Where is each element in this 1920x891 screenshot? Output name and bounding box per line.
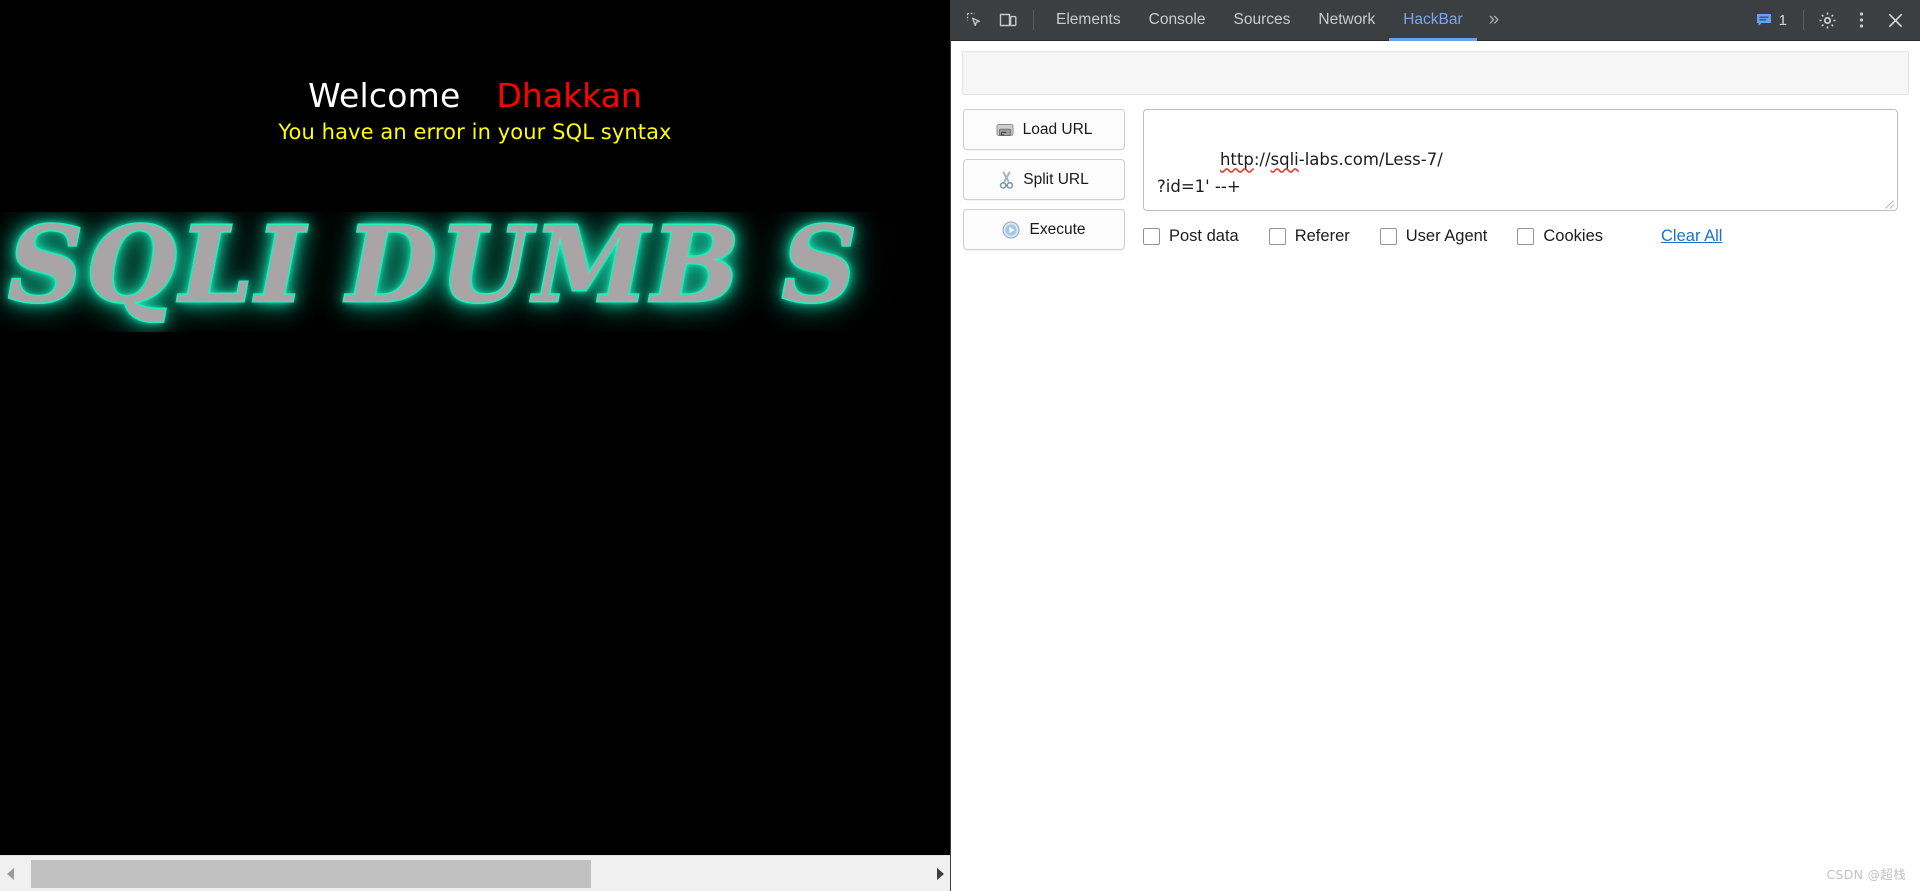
toolbar-divider (1033, 10, 1034, 30)
kebab-menu-icon[interactable] (1844, 11, 1878, 29)
gear-icon[interactable] (1810, 11, 1844, 30)
url-line1-prefix: http (1219, 150, 1254, 170)
checkbox-post-data-box[interactable] (1143, 228, 1160, 245)
load-url-label: Load URL (1022, 120, 1093, 138)
device-toolbar-icon[interactable] (991, 0, 1025, 40)
tab-console-label: Console (1148, 11, 1206, 28)
toolbar-right-group: 1 (1746, 0, 1920, 40)
message-count: 1 (1778, 11, 1787, 29)
checkbox-referer-box[interactable] (1268, 228, 1286, 245)
devtools-toolbar: Elements Console Sources Network HackBar… (951, 0, 1920, 41)
checkbox-cookies-label: Cookies (1543, 227, 1604, 245)
hackbar-body: Load URL Split URL Execute http://sqli-l… (951, 95, 1920, 250)
scroll-left-arrow-icon[interactable] (0, 856, 20, 891)
play-icon (1002, 220, 1021, 239)
tab-network-label: Network (1318, 11, 1376, 28)
tab-console[interactable]: Console (1135, 0, 1220, 40)
horizontal-scrollbar[interactable] (0, 855, 950, 891)
url-line1-mid: :// (1253, 150, 1271, 170)
checkbox-user-agent-label: User Agent (1405, 227, 1488, 245)
hackbar-panel: Load URL Split URL Execute http://sqli-l… (951, 41, 1920, 891)
browser-page-viewport: Welcome Dhakkan You have an error in your… (0, 0, 950, 891)
welcome-text: Welcome (308, 76, 461, 115)
sqli-labs-page: Welcome Dhakkan You have an error in your… (0, 0, 950, 855)
scissors-icon (999, 170, 1014, 189)
tab-network[interactable]: Network (1304, 0, 1389, 40)
close-icon[interactable] (1878, 12, 1912, 29)
user-name-text: Dhakkan (496, 76, 642, 115)
url-line2: ?id=1' --+ (1157, 176, 1241, 196)
checkbox-cookies-box[interactable] (1517, 228, 1535, 245)
checkbox-user-agent[interactable]: User Agent (1379, 227, 1488, 246)
toolbar-divider-2 (1803, 10, 1804, 30)
page-heading: Welcome Dhakkan You have an error in your… (0, 0, 950, 144)
inspect-element-icon[interactable] (957, 0, 991, 40)
execute-label: Execute (1029, 220, 1086, 238)
message-badge-icon (1756, 14, 1771, 26)
scroll-right-arrow-icon[interactable] (930, 856, 950, 891)
checkbox-post-data-label: Post data (1169, 227, 1239, 245)
scrollbar-track[interactable] (20, 856, 930, 891)
checkbox-user-agent-box[interactable] (1379, 228, 1397, 245)
url-line1-word: sqli (1270, 150, 1299, 170)
split-url-button[interactable]: Split URL (963, 159, 1125, 200)
url-input[interactable]: http://sqli-labs.com/Less-7/ ?id=1' --+ (1143, 109, 1898, 211)
message-badge[interactable]: 1 (1746, 12, 1797, 29)
checkbox-post-data[interactable]: Post data (1143, 227, 1239, 246)
devtools-panel: Elements Console Sources Network HackBar… (950, 0, 1920, 891)
csdn-watermark: CSDN @超栈 (1826, 867, 1906, 882)
app-root: Welcome Dhakkan You have an error in your… (0, 0, 1920, 891)
banner-title-text: SQLI DUMB S (7, 212, 860, 327)
tab-sources-label: Sources (1233, 11, 1291, 28)
hackbar-options-row: Post data Referer User Agent Cookies Cle… (1143, 227, 1898, 246)
hackbar-action-buttons: Load URL Split URL Execute (963, 109, 1125, 250)
sqli-dumb-banner: SQLI DUMB S (0, 212, 950, 332)
clear-all-link[interactable]: Clear All (1661, 227, 1722, 246)
tab-elements[interactable]: Elements (1042, 0, 1135, 40)
checkbox-referer[interactable]: Referer (1268, 227, 1350, 246)
tab-hackbar-label: HackBar (1403, 11, 1463, 28)
load-url-button[interactable]: Load URL (963, 109, 1125, 150)
checkbox-referer-label: Referer (1294, 227, 1350, 245)
execute-button[interactable]: Execute (963, 209, 1125, 250)
hackbar-topbar (962, 51, 1909, 95)
checkbox-cookies[interactable]: Cookies (1517, 227, 1603, 246)
hackbar-url-area: http://sqli-labs.com/Less-7/ ?id=1' --+ P… (1143, 109, 1908, 250)
sql-error-message: You have an error in your SQL syntax (278, 120, 672, 144)
tab-elements-label: Elements (1056, 11, 1121, 28)
chevron-double-right-icon[interactable]: » (1477, 0, 1510, 40)
split-url-label: Split URL (1023, 170, 1089, 188)
url-line1-suffix: -labs.com/Less-7/ (1298, 150, 1443, 170)
load-url-icon (996, 122, 1014, 138)
textarea-resize-handle[interactable] (1883, 196, 1895, 208)
scrollbar-thumb[interactable] (31, 859, 591, 888)
tab-hackbar[interactable]: HackBar (1389, 0, 1478, 41)
tab-sources[interactable]: Sources (1220, 0, 1305, 40)
